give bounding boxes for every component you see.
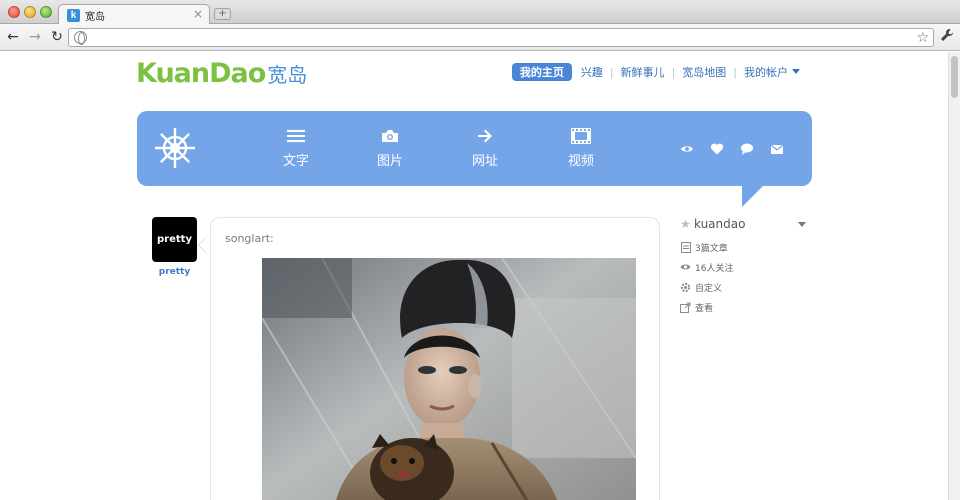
post-card: songlart: [210, 217, 660, 500]
logo-text: KuanDao [136, 58, 266, 89]
forward-arrow-icon[interactable]: → [26, 28, 44, 46]
avatar[interactable]: pretty [152, 217, 197, 262]
eye-icon [680, 262, 691, 273]
page: KuanDao宽岛 我的主页 兴趣 | 新鲜事儿 | 宽岛地图 | 我的帐户 [0, 52, 948, 500]
tab-title: 宽岛 [85, 12, 105, 23]
kuandao-favicon-icon: k [67, 9, 80, 22]
tab-close-icon[interactable]: × [193, 7, 203, 21]
sidebar-item-view-label: 查看 [695, 303, 714, 314]
nav-whats-new[interactable]: 新鲜事儿 [621, 64, 665, 80]
external-link-icon [680, 302, 691, 313]
sidebar-item-customize-label: 自定义 [695, 283, 723, 294]
heart-icon[interactable] [710, 141, 724, 155]
dashboard-pointer [742, 185, 764, 207]
sidebar-item-followers[interactable]: 16人关注 [680, 260, 733, 274]
address-bar[interactable]: ☆ [68, 28, 934, 47]
avatar-name[interactable]: pretty [152, 267, 197, 277]
film-icon [551, 125, 611, 147]
page-scrollbar[interactable] [948, 52, 960, 500]
sidebar-item-posts-label: 3篇文章 [695, 243, 728, 254]
window-close-button[interactable] [8, 6, 20, 18]
envelope-icon[interactable] [770, 141, 784, 155]
document-icon [680, 241, 691, 253]
nav-separator: | [671, 65, 676, 79]
sidebar-item-posts[interactable]: 3篇文章 [680, 240, 728, 254]
post-photo-label: 图片 [376, 154, 403, 169]
nav-my-account-label: 我的帐户 [744, 66, 788, 79]
new-tab-button[interactable]: + [214, 8, 231, 20]
wrench-icon[interactable] [940, 28, 954, 47]
window-minimize-button[interactable] [24, 6, 36, 18]
post-link-label: 网址 [471, 154, 498, 169]
post-link-button[interactable]: 网址 [455, 125, 515, 169]
post-author[interactable]: songlart: [225, 232, 274, 245]
arrow-right-icon [455, 125, 515, 147]
dashboard-bar: 文字 图片 网址 视频 [137, 111, 812, 186]
post-photo-button[interactable]: 图片 [360, 125, 420, 169]
browser-tab-bar: k 宽岛 × + [0, 0, 960, 25]
nav-interests[interactable]: 兴趣 [581, 64, 603, 80]
post-text-button[interactable]: 文字 [266, 125, 326, 169]
browser-tab[interactable]: k 宽岛 × [58, 4, 210, 25]
camera-icon [360, 125, 420, 147]
browser-toolbar: ← → ↻ ☆ [0, 24, 960, 51]
post-video-button[interactable]: 视频 [551, 125, 611, 169]
sidebar-item-customize[interactable]: 自定义 [680, 280, 722, 294]
chevron-down-icon [798, 222, 806, 227]
window-maximize-button[interactable] [40, 6, 52, 18]
star-icon: ★ [680, 217, 691, 231]
nav-separator: | [733, 65, 737, 79]
logo-chinese: 宽岛 [267, 63, 308, 87]
scrollbar-thumb[interactable] [951, 56, 958, 98]
post-photo[interactable] [262, 258, 636, 500]
post-video-label: 视频 [567, 154, 594, 169]
eye-icon[interactable] [680, 141, 694, 155]
sidebar-account-switcher[interactable]: ★ kuandao [680, 216, 808, 232]
gear-icon [680, 282, 691, 293]
sidebar-item-view[interactable]: 查看 [680, 300, 713, 314]
sidebar-item-followers-label: 16人关注 [695, 263, 734, 274]
globe-icon [74, 31, 87, 45]
post-text-label: 文字 [282, 154, 309, 169]
site-logo[interactable]: KuanDao 宽岛 [136, 58, 307, 90]
back-arrow-icon[interactable]: ← [4, 28, 22, 46]
reload-icon[interactable]: ↻ [48, 28, 66, 46]
chevron-down-icon [792, 69, 800, 74]
sidebar-username: kuandao [694, 217, 746, 231]
nav-my-home[interactable]: 我的主页 [511, 63, 572, 81]
speech-bubble-icon[interactable] [740, 141, 754, 155]
bookmark-star-icon[interactable]: ☆ [916, 29, 929, 47]
text-lines-icon [266, 125, 326, 147]
nav-separator: | [609, 65, 614, 79]
nav-map[interactable]: 宽岛地图 [682, 64, 726, 80]
ship-wheel-icon [155, 128, 195, 168]
top-navigation: 我的主页 兴趣 | 新鲜事儿 | 宽岛地图 | 我的帐户 [511, 63, 800, 81]
nav-my-account[interactable]: 我的帐户 [744, 64, 800, 80]
